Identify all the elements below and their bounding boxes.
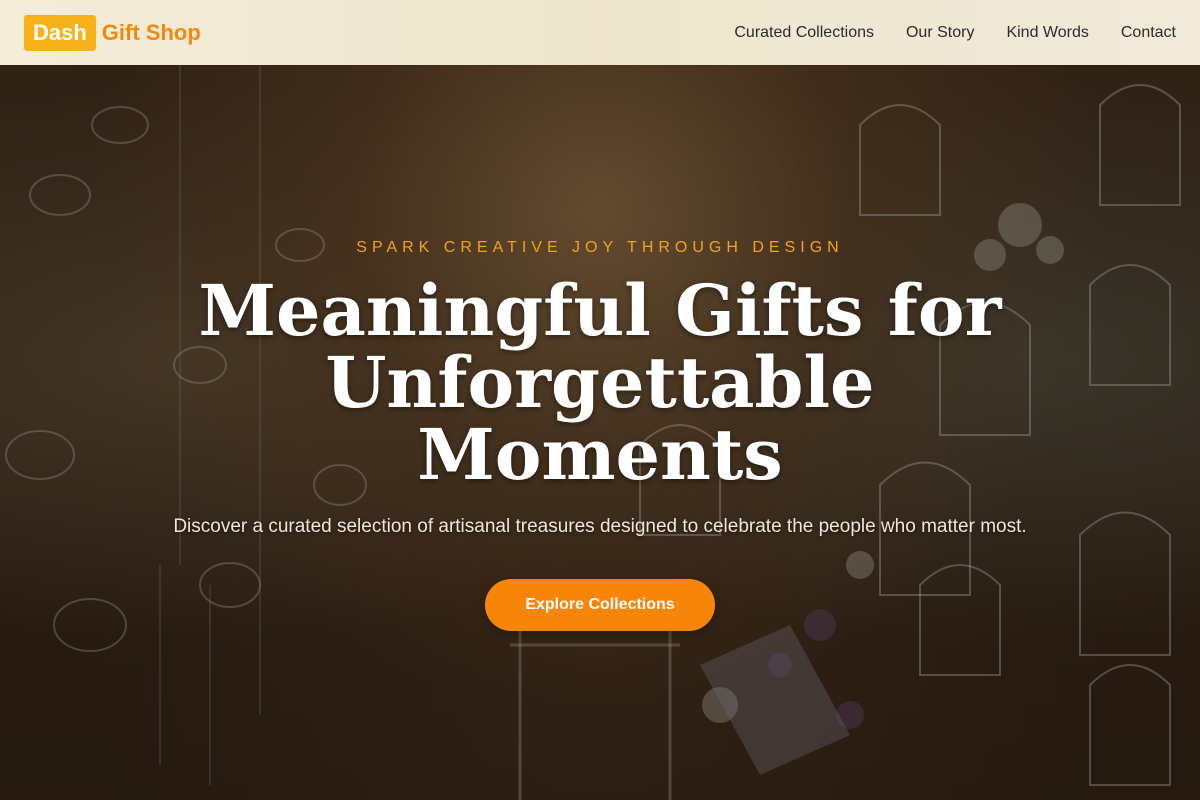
main-nav: Curated Collections Our Story Kind Words… [734,24,1176,42]
nav-link-our-story[interactable]: Our Story [906,24,974,42]
hero-tagline: SPARK CREATIVE JOY THROUGH DESIGN [356,239,844,256]
nav-link-contact[interactable]: Contact [1121,24,1176,42]
hero-subtext: Discover a curated selection of artisana… [173,516,1027,537]
nav-link-curated-collections[interactable]: Curated Collections [734,24,874,42]
hero-headline-line-2: Unforgettable Moments [325,341,875,496]
explore-collections-button[interactable]: Explore Collections [485,579,715,631]
logo-text[interactable]: Gift Shop [102,20,201,46]
nav-link-kind-words[interactable]: Kind Words [1006,24,1088,42]
logo[interactable]: Dash Gift Shop [24,14,201,51]
hero-headline-line-1: Meaningful Gifts for [198,269,1002,352]
hero-headline: Meaningful Gifts for Unforgettable Momen… [150,275,1050,491]
hero-content: SPARK CREATIVE JOY THROUGH DESIGN Meanin… [0,65,1200,800]
hero-section: SPARK CREATIVE JOY THROUGH DESIGN Meanin… [0,65,1200,800]
logo-badge[interactable]: Dash [24,14,96,51]
site-header: Dash Gift Shop Curated Collections Our S… [0,0,1200,65]
